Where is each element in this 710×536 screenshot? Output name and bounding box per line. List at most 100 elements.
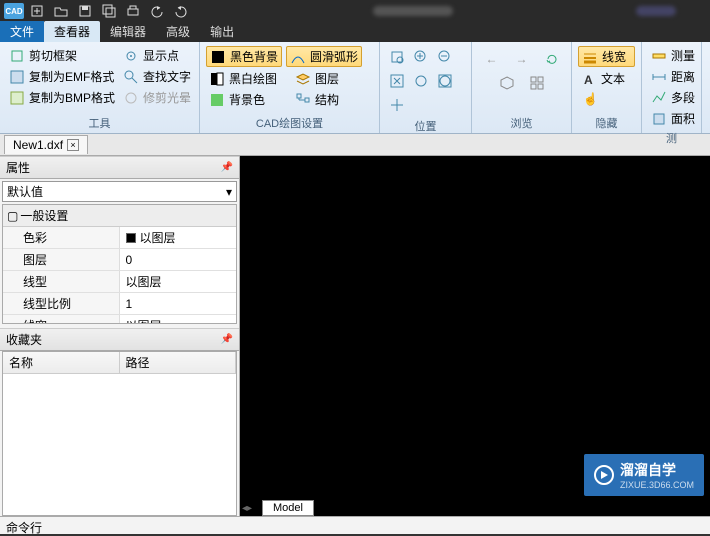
annotation-button[interactable]: ☝ <box>578 90 635 108</box>
chevron-down-icon: ▾ <box>226 185 232 199</box>
open-icon[interactable] <box>52 3 70 19</box>
text-button[interactable]: A 文本 <box>578 69 635 88</box>
label: 复制为BMP格式 <box>29 89 115 106</box>
emf-icon <box>9 69 25 85</box>
bw-draw-button[interactable]: 黑白绘图 <box>206 69 288 88</box>
polyline-icon <box>651 90 667 106</box>
tab-editor[interactable]: 编辑器 <box>100 21 156 42</box>
ribbon-group-position: 位置 <box>380 42 472 133</box>
label: 图层 <box>315 70 339 87</box>
ribbon-group-browse: ← → 浏览 <box>472 42 572 133</box>
group-label: 浏览 <box>478 113 565 133</box>
tab-file[interactable]: 文件 <box>0 21 44 42</box>
undo-icon[interactable] <box>148 3 166 19</box>
linewidth-button[interactable]: 线宽 <box>578 46 635 67</box>
refresh-icon[interactable] <box>541 48 563 70</box>
col-path[interactable]: 路径 <box>120 352 237 373</box>
new-icon[interactable] <box>28 3 46 19</box>
label: 文本 <box>601 70 625 87</box>
trim-aura-button: 修剪光晕 <box>120 88 194 107</box>
tab-viewer[interactable]: 查看器 <box>44 21 100 42</box>
layout-nav-arrows[interactable]: ◂▸ <box>242 503 252 514</box>
bw-icon <box>209 71 225 87</box>
prop-name: 色彩 <box>3 227 120 248</box>
label: 查找文字 <box>143 68 191 85</box>
color-swatch <box>126 233 136 243</box>
label: 距离 <box>671 68 695 85</box>
label: 显示点 <box>143 47 179 64</box>
title-text-redacted <box>373 6 453 16</box>
show-point-button[interactable]: 显示点 <box>120 46 194 65</box>
area-icon <box>651 111 667 127</box>
distance-icon <box>651 69 667 85</box>
zoom-extents-icon[interactable] <box>386 70 408 92</box>
view-3d-icon[interactable] <box>496 72 518 94</box>
prop-section-general[interactable]: ▢一般设置 <box>3 205 236 227</box>
title-bar: CAD <box>0 0 710 22</box>
find-text-button[interactable]: 查找文字 <box>120 67 194 86</box>
pin-icon[interactable]: 📌 <box>221 162 233 173</box>
watermark-brand: 溜溜自学 <box>620 462 676 478</box>
prop-name: 线型 <box>3 271 120 292</box>
watermark-url: ZIXUE.3D66.COM <box>620 480 694 490</box>
prop-row-lineweight[interactable]: 线宽以图层 <box>3 315 236 324</box>
label: 面积 <box>671 110 695 127</box>
model-tab[interactable]: Model <box>262 500 314 516</box>
collapse-icon: ▢ <box>7 209 18 223</box>
label: 圆滑弧形 <box>310 48 358 65</box>
document-tab[interactable]: New1.dxf × <box>4 135 88 154</box>
redo-icon[interactable] <box>172 3 190 19</box>
sidebar: 属性 📌 默认值 ▾ ▢一般设置 色彩以图层 图层0 线型以图层 线型比例1 线… <box>0 156 240 516</box>
layer-button[interactable]: 图层 <box>292 69 342 88</box>
ribbon-group-hide: 线宽 A文本 ☝ 隐藏 <box>572 42 642 133</box>
area-button[interactable]: 面积 <box>648 109 695 128</box>
zoom-fit-icon[interactable] <box>410 70 432 92</box>
tree-icon <box>295 92 311 108</box>
search-icon <box>123 69 139 85</box>
svg-text:A: A <box>584 73 593 87</box>
app-icon: CAD <box>4 3 24 19</box>
save-icon[interactable] <box>76 3 94 19</box>
prop-row-color[interactable]: 色彩 以图层 <box>3 227 236 249</box>
prop-value: 以图层 <box>140 229 176 246</box>
view-grid-icon[interactable] <box>526 72 548 94</box>
label: 黑白绘图 <box>229 70 277 87</box>
label: 线宽 <box>602 48 626 65</box>
zoom-in-icon[interactable] <box>410 46 432 68</box>
default-combo[interactable]: 默认值 ▾ <box>2 181 237 202</box>
copy-bmp-button[interactable]: 复制为BMP格式 <box>6 88 116 107</box>
black-bg-button[interactable]: 黑色背景 <box>206 46 282 67</box>
fill-icon <box>209 92 225 108</box>
play-icon <box>594 465 614 485</box>
distance-button[interactable]: 距离 <box>648 67 695 86</box>
ribbon: 剪切框架 复制为EMF格式 复制为BMP格式 显示点 查找文字 修剪光晕 工具 … <box>0 42 710 134</box>
save-all-icon[interactable] <box>100 3 118 19</box>
pin-icon[interactable]: 📌 <box>221 334 233 345</box>
zoom-out-icon[interactable] <box>434 46 456 68</box>
prop-row-linetype[interactable]: 线型以图层 <box>3 271 236 293</box>
command-line[interactable]: 命令行 <box>0 516 710 534</box>
zoom-all-icon[interactable] <box>434 70 456 92</box>
col-name[interactable]: 名称 <box>3 352 120 373</box>
bg-color-button[interactable]: 背景色 <box>206 90 288 109</box>
clip-frame-button[interactable]: 剪切框架 <box>6 46 116 65</box>
tab-label: New1.dxf <box>13 138 63 152</box>
group-label: 位置 <box>386 116 465 136</box>
tab-output[interactable]: 输出 <box>200 21 244 42</box>
measure-button[interactable]: 测量 <box>648 46 695 65</box>
tab-advanced[interactable]: 高级 <box>156 21 200 42</box>
svg-text:☝: ☝ <box>583 91 597 106</box>
print-icon[interactable] <box>124 3 142 19</box>
smooth-arc-button[interactable]: 圆滑弧形 <box>286 46 362 67</box>
zoom-window-icon[interactable] <box>386 46 408 68</box>
close-icon[interactable]: × <box>67 139 79 151</box>
pan-icon[interactable] <box>386 94 408 116</box>
prop-row-layer[interactable]: 图层0 <box>3 249 236 271</box>
multi-button[interactable]: 多段 <box>648 88 695 107</box>
trim-icon <box>123 90 139 106</box>
copy-emf-button[interactable]: 复制为EMF格式 <box>6 67 116 86</box>
prop-name: 线型比例 <box>3 293 120 314</box>
quick-access-toolbar <box>28 3 190 19</box>
structure-button[interactable]: 结构 <box>292 90 342 109</box>
prop-row-ltscale[interactable]: 线型比例1 <box>3 293 236 315</box>
